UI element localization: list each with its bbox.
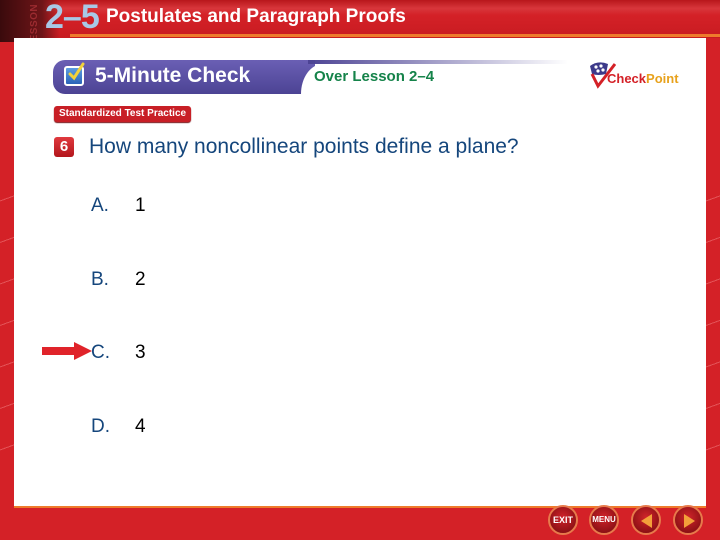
previous-arrow-icon <box>641 514 652 528</box>
right-decoration <box>706 160 720 480</box>
standardized-test-badge: Standardized Test Practice <box>54 106 192 122</box>
checkpoint-logo: CheckPoint <box>588 60 688 90</box>
banner-title: 5-Minute Check <box>95 64 251 87</box>
menu-button[interactable]: MENU <box>589 505 619 535</box>
option-value: 2 <box>135 269 146 290</box>
option-letter: A. <box>91 195 109 216</box>
option-c[interactable]: C. 3 <box>91 342 146 364</box>
option-value: 4 <box>135 416 146 437</box>
five-minute-check-banner: 5-Minute Check <box>53 60 568 96</box>
lesson-number: 2–5 <box>45 0 100 36</box>
over-lesson-label: Over Lesson 2–4 <box>314 68 435 85</box>
next-button[interactable] <box>673 505 703 535</box>
next-arrow-icon <box>684 514 695 528</box>
header-divider <box>70 34 720 37</box>
left-decoration <box>0 160 14 480</box>
option-letter: B. <box>91 269 109 290</box>
option-value: 3 <box>135 342 146 363</box>
checkbox-check-icon <box>64 62 85 86</box>
previous-button[interactable] <box>631 505 661 535</box>
exit-button[interactable]: EXIT <box>548 505 578 535</box>
banner-fade <box>308 60 568 64</box>
option-a[interactable]: A. 1 <box>91 195 146 217</box>
logo-check-text: Check <box>607 71 647 86</box>
option-b[interactable]: B. 2 <box>91 269 146 291</box>
option-letter: D. <box>91 416 110 437</box>
question-text: How many noncollinear points define a pl… <box>89 135 519 158</box>
question-number: 6 <box>54 137 74 157</box>
option-value: 1 <box>135 195 146 216</box>
answer-arrow-icon <box>42 342 92 360</box>
option-d[interactable]: D. 4 <box>91 416 146 438</box>
option-letter: C. <box>91 342 110 363</box>
lesson-title: Postulates and Paragraph Proofs <box>106 6 406 27</box>
header-bar: LESSON 2–5 Postulates and Paragraph Proo… <box>0 0 720 48</box>
logo-point-text: Point <box>646 71 679 86</box>
